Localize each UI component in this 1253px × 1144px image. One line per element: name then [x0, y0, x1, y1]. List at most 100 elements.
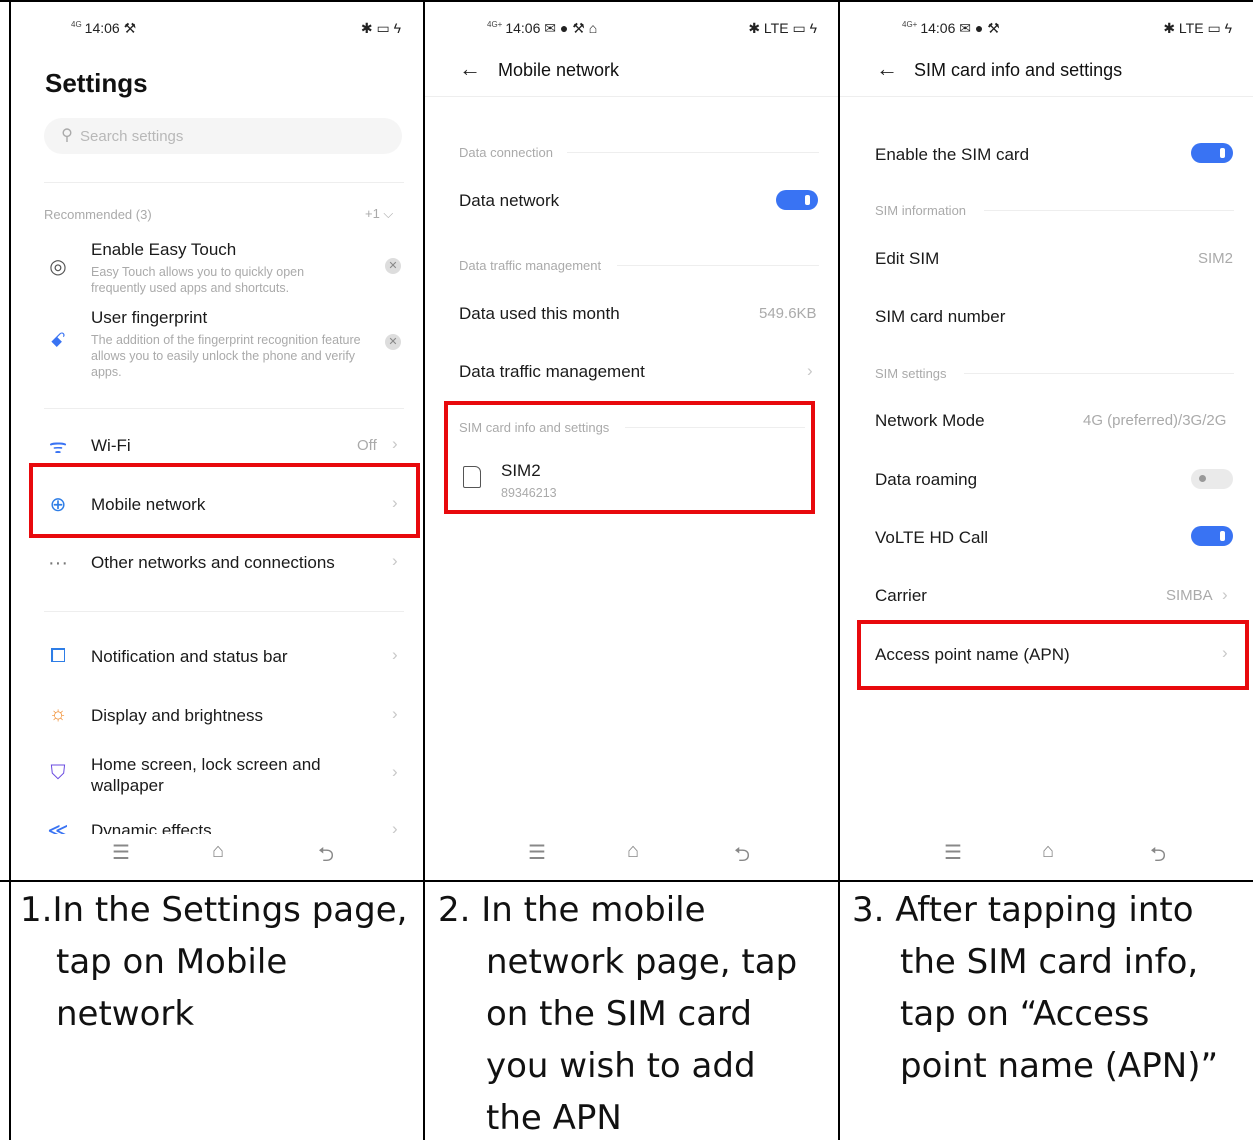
divider: [44, 611, 404, 612]
caption-line: you wish to add: [486, 1046, 756, 1086]
nav-bar: ☰ ⌂ ⮌: [425, 840, 838, 870]
screenshot-settings: 4G 14:06 ⚒ ✱ ▭ ϟ Settings ⚲ Search settin…: [11, 2, 423, 880]
divider: [984, 210, 1234, 211]
chevron-right-icon: ›: [392, 434, 398, 453]
settings-item-display[interactable]: Display and brightness: [91, 706, 263, 726]
chevron-right-icon: ›: [1222, 585, 1228, 604]
shirt-icon: ⛉: [50, 762, 66, 784]
chevron-right-icon: ›: [807, 361, 813, 380]
dismiss-button[interactable]: ✕: [385, 258, 401, 274]
divider: [840, 96, 1253, 97]
volte-toggle[interactable]: [1191, 526, 1233, 546]
step-2-caption: 2. In the mobile network page, tap on th…: [438, 884, 836, 1144]
back-arrow-icon[interactable]: ←: [459, 56, 481, 82]
divider: [44, 408, 404, 409]
caption-line: the APN: [486, 1098, 622, 1138]
enable-sim-label: Enable the SIM card: [875, 145, 1030, 164]
edit-sim-value: SIM2: [1198, 250, 1234, 267]
step-3-caption: 3. After tapping into the SIM card info,…: [852, 884, 1252, 1092]
page-title: Settings: [45, 68, 148, 98]
divider: [567, 152, 819, 153]
status-icons-right: ✱ LTE ▭ ϟ: [748, 20, 817, 36]
rec-item-title[interactable]: User fingerprint: [91, 308, 207, 328]
data-used-label: Data used this month: [459, 304, 620, 323]
settings-item-home-screen[interactable]: Home screen, lock screen and wallpaper: [91, 754, 371, 796]
traffic-management-item[interactable]: Data traffic management: [459, 362, 645, 382]
sim-number-item[interactable]: SIM card number: [875, 307, 1005, 327]
divider: [964, 373, 1234, 374]
sun-icon: ☼: [48, 703, 68, 725]
rec-item-title[interactable]: Enable Easy Touch: [91, 240, 236, 260]
data-network-toggle[interactable]: [776, 190, 818, 210]
caption-line: point name (APN)”: [900, 1046, 1219, 1086]
network-mode-item[interactable]: Network Mode: [875, 411, 985, 431]
chevron-right-icon: ›: [392, 645, 398, 664]
carrier-value: SIMBA: [1166, 587, 1213, 604]
section-sim-info: SIM information: [875, 203, 967, 218]
volte-label: VoLTE HD Call: [875, 528, 989, 547]
carrier-item[interactable]: Carrier: [875, 586, 927, 606]
caption-line: 2. In the mobile: [438, 890, 706, 930]
page-title: Mobile network: [498, 60, 620, 80]
settings-item-wifi[interactable]: Wi-Fi: [91, 436, 131, 456]
step-1-caption: 1.In the Settings page, tap on Mobile ne…: [20, 884, 420, 1040]
status-time: 14:06: [920, 20, 956, 36]
highlight-box: [857, 620, 1249, 690]
search-input[interactable]: ⚲ Search settings: [44, 118, 402, 154]
settings-item-other-networks[interactable]: Other networks and connections: [91, 553, 335, 573]
settings-item-notification[interactable]: Notification and status bar: [91, 647, 288, 667]
status-icons-right: ✱ LTE ▭ ϟ: [1163, 20, 1232, 36]
wifi-icon: ᯤ: [48, 436, 68, 458]
home-icon[interactable]: ⌂: [1042, 840, 1054, 863]
menu-icon[interactable]: ☰: [112, 840, 130, 865]
signal-icon: 4G+: [487, 20, 503, 30]
recommended-expand-button[interactable]: +1 ⌵: [365, 206, 393, 222]
network-mode-value: 4G (preferred)/3G/2G: [1083, 412, 1227, 429]
caption-line: network page, tap: [486, 942, 798, 982]
section-sim-settings: SIM settings: [875, 366, 947, 381]
highlight-box: [29, 463, 420, 538]
caption-line: 1.In the Settings page,: [20, 890, 408, 930]
caption-line: tap on Mobile: [56, 942, 288, 982]
rec-item-desc: The addition of the fingerprint recognit…: [91, 333, 361, 379]
data-used-value: 549.6KB: [759, 305, 817, 322]
caption-line: network: [56, 994, 195, 1034]
back-icon[interactable]: ⮌: [1150, 840, 1166, 874]
caption-line: the SIM card info,: [900, 942, 1199, 982]
screenshot-mobile-network: 4G+ 14:06 ✉ ● ⚒ ⌂ ✱ LTE ▭ ϟ ← Mobile netw…: [425, 2, 838, 880]
back-arrow-icon[interactable]: ←: [876, 56, 898, 82]
status-time: 14:06: [505, 20, 541, 36]
chevron-right-icon: ›: [392, 762, 398, 781]
home-icon[interactable]: ⌂: [627, 840, 639, 863]
signal-icon: 4G: [71, 20, 82, 30]
page-title: SIM card info and settings: [914, 60, 1123, 80]
search-icon: ⚲: [61, 127, 73, 144]
nav-bar: ☰ ⌂ ⮌: [11, 840, 423, 870]
nav-bar: ☰ ⌂ ⮌: [840, 840, 1253, 870]
recommended-label: Recommended (3): [44, 207, 152, 222]
menu-icon[interactable]: ☰: [944, 840, 962, 865]
status-icons: ⚒: [123, 20, 137, 36]
divider: [44, 182, 404, 183]
edit-sim-item[interactable]: Edit SIM: [875, 249, 939, 269]
fingerprint-icon: ꗃ: [50, 330, 66, 352]
divider: [425, 96, 838, 97]
chevron-right-icon: ›: [392, 551, 398, 570]
status-time: 14:06: [84, 20, 120, 36]
back-icon[interactable]: ⮌: [318, 840, 334, 874]
notification-icon: ⧠: [50, 645, 66, 667]
dismiss-button[interactable]: ✕: [385, 334, 401, 350]
enable-sim-toggle[interactable]: [1191, 143, 1233, 163]
search-placeholder: Search settings: [80, 128, 184, 145]
target-icon: ◎: [49, 256, 67, 278]
menu-icon[interactable]: ☰: [528, 840, 546, 865]
section-traffic: Data traffic management: [459, 258, 602, 273]
rec-item-desc: Easy Touch allows you to quickly open fr…: [91, 265, 305, 295]
data-roaming-toggle[interactable]: [1191, 469, 1233, 489]
home-icon[interactable]: ⌂: [212, 840, 224, 863]
divider: [617, 265, 819, 266]
wifi-status: Off: [357, 437, 377, 454]
status-icons: ✉ ● ⚒: [959, 20, 1000, 36]
back-icon[interactable]: ⮌: [734, 840, 750, 874]
more-dots-icon: ···: [48, 552, 68, 574]
